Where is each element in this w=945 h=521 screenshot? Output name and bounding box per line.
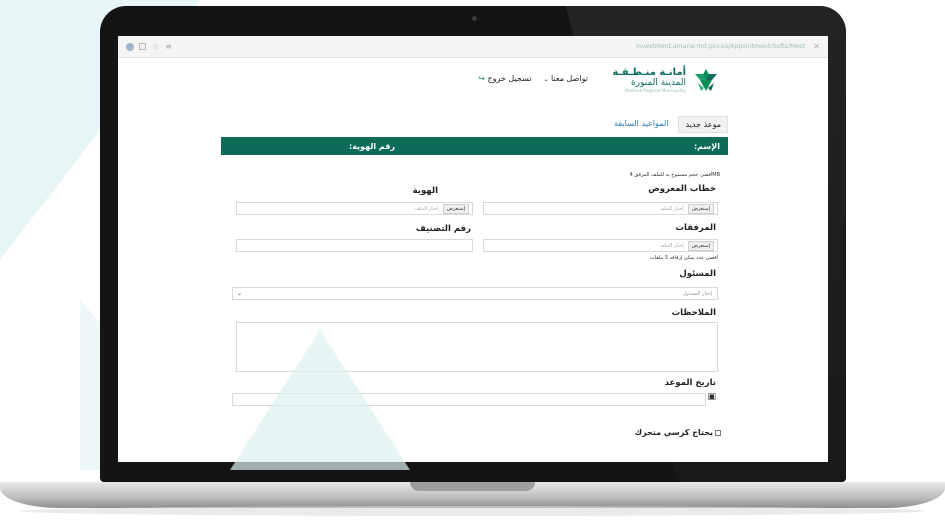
- calendar-icon[interactable]: ▣: [707, 392, 716, 402]
- official-placeholder: إختار المسئول: [682, 290, 712, 297]
- star-icon[interactable]: ☆: [152, 42, 159, 51]
- attachments-browse-button[interactable]: إستعرض: [687, 240, 714, 251]
- id-number-label: رقم الهوية:: [349, 141, 395, 151]
- tabs-icon[interactable]: [139, 43, 146, 50]
- browser-icon[interactable]: [126, 42, 134, 51]
- chevron-down-icon: ⌄: [543, 76, 549, 83]
- bg-shape: [230, 330, 410, 470]
- laptop-shadow: [20, 506, 925, 516]
- close-icon[interactable]: ✕: [813, 42, 820, 51]
- letter-label: خطاب المعروض: [648, 184, 716, 194]
- official-label: المسئول: [679, 269, 716, 279]
- letter-file-placeholder: إختار الملف: [659, 205, 684, 212]
- top-nav: تواصل معنا ⌄ تسجيل خروج ↪: [476, 74, 588, 83]
- max-files-hint: أقصى عدد يمكن إرفاقه 3 ملفات: [650, 255, 718, 261]
- name-label: الإسم:: [693, 141, 720, 151]
- max-size-hint: أقصى حجم مسموح به للملف المرفق 4MB: [629, 172, 720, 178]
- amana-logo-icon: [695, 69, 717, 91]
- stage: ☆ ≡ investment.amana-md.gov.sa/Appointme…: [0, 0, 945, 521]
- classification-input[interactable]: [236, 239, 473, 252]
- browser-toolbar: ☆ ≡ investment.amana-md.gov.sa/Appointme…: [118, 36, 828, 58]
- appointment-tabs: موعد جديد المواعيد السابقة: [608, 116, 728, 133]
- attachments-label: المرفقات: [675, 223, 716, 233]
- attachments-file-input[interactable]: إستعرض إختار الملف: [483, 239, 718, 252]
- logout-icon: ↪: [478, 74, 485, 83]
- logo-line2: المدينة المنورة: [631, 78, 686, 88]
- tab-previous-appointments[interactable]: المواعيد السابقة: [608, 116, 674, 133]
- id-file-input[interactable]: إستعرض إختار الملف: [236, 202, 473, 215]
- date-label: تاريخ الموعد: [664, 378, 716, 388]
- wheelchair-checkbox[interactable]: [715, 429, 721, 436]
- laptop-notch: [410, 482, 535, 491]
- tab-new-appointment[interactable]: موعد جديد: [678, 116, 728, 133]
- attachments-file-placeholder: إختار الملف: [659, 242, 684, 249]
- id-browse-button[interactable]: إستعرض: [442, 203, 469, 214]
- wheelchair-checkbox-row[interactable]: يحتاج كرسي متحرك: [635, 428, 721, 437]
- notes-label: الملاحظات: [671, 308, 716, 318]
- classification-label: رقم التصنيف: [415, 224, 471, 234]
- official-select[interactable]: إختار المسئول ⌄: [232, 287, 718, 300]
- id-label: الهوية: [412, 186, 438, 196]
- site-header: أمانـة منـطـقـة المدينة المنورة Madinah …: [118, 58, 828, 108]
- id-file-placeholder: إختار الملف: [414, 205, 439, 212]
- logo-text: أمانـة منـطـقـة المدينة المنورة Madinah …: [612, 68, 686, 94]
- browser-window: ☆ ≡ investment.amana-md.gov.sa/Appointme…: [118, 36, 828, 462]
- logout-label: تسجيل خروج: [487, 74, 532, 83]
- letter-file-input[interactable]: إستعرض إختار الملف: [483, 202, 718, 215]
- user-info-bar: الإسم: رقم الهوية:: [221, 137, 728, 155]
- contact-label: تواصل معنا: [551, 74, 588, 83]
- logout-link[interactable]: تسجيل خروج ↪: [476, 74, 531, 83]
- camera: [472, 16, 477, 21]
- menu-icon[interactable]: ≡: [165, 42, 172, 51]
- logo-line3: Madinah Regional Municipality: [625, 88, 686, 93]
- chevron-down-icon: ⌄: [237, 290, 243, 297]
- wheelchair-label: يحتاج كرسي متحرك: [634, 428, 713, 437]
- contact-link[interactable]: تواصل معنا ⌄: [543, 74, 588, 83]
- letter-browse-button[interactable]: إستعرض: [687, 203, 714, 214]
- address-bar[interactable]: investment.amana-md.gov.sa/Appointment/S…: [636, 43, 805, 50]
- logo-line1: أمانـة منـطـقـة: [612, 67, 686, 78]
